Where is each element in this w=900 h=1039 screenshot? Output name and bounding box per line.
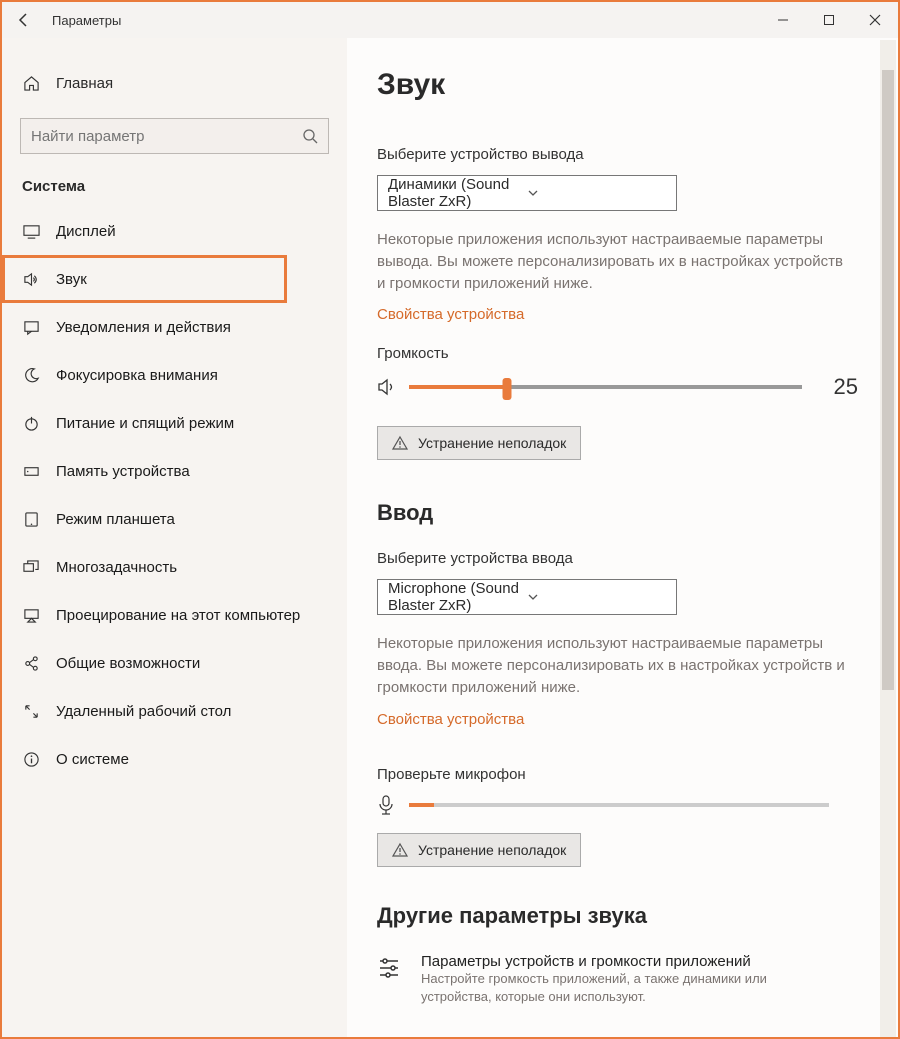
sidebar-item-label: Память устройства [56, 463, 190, 480]
page-title: Звук [377, 68, 858, 102]
input-heading: Ввод [377, 500, 858, 526]
titlebar: Параметры [2, 2, 898, 38]
moon-icon [22, 366, 40, 384]
mic-check-label: Проверьте микрофон [377, 766, 858, 783]
multitask-icon [22, 558, 40, 576]
remote-icon [22, 702, 40, 720]
arrow-left-icon [16, 12, 32, 28]
input-description: Некоторые приложения используют настраив… [377, 633, 847, 698]
sidebar-category: Система [2, 178, 347, 195]
sidebar-item-focus[interactable]: Фокусировка внимания [2, 351, 347, 399]
display-icon [22, 222, 40, 240]
back-button[interactable] [2, 2, 46, 38]
input-troubleshoot-button[interactable]: Устранение неполадок [377, 833, 581, 867]
volume-label: Громкость [377, 345, 858, 362]
sidebar-item-label: Уведомления и действия [56, 319, 231, 336]
share-icon [22, 654, 40, 672]
main-content: Звук Выберите устройство вывода Динамики… [347, 38, 898, 1037]
button-label: Устранение неполадок [418, 435, 566, 451]
button-label: Устранение неполадок [418, 842, 566, 858]
tablet-icon [22, 510, 40, 528]
power-icon [22, 414, 40, 432]
project-icon [22, 606, 40, 624]
sidebar: Главная Система Дисплей Звук Уведомления… [2, 38, 347, 1037]
home-icon [22, 74, 40, 92]
input-device-label: Выберите устройства ввода [377, 550, 858, 567]
mic-level-bar [409, 803, 829, 807]
input-device-dropdown[interactable]: Microphone (Sound Blaster ZxR) [377, 579, 677, 615]
sidebar-item-label: Многозадачность [56, 559, 177, 576]
maximize-icon [823, 14, 835, 26]
sidebar-item-label: Фокусировка внимания [56, 367, 218, 384]
sidebar-item-label: О системе [56, 751, 129, 768]
storage-icon [22, 462, 40, 480]
info-icon [22, 750, 40, 768]
close-button[interactable] [852, 2, 898, 38]
input-device-value: Microphone (Sound Blaster ZxR) [388, 580, 527, 614]
sidebar-item-label: Дисплей [56, 223, 116, 240]
maximize-button[interactable] [806, 2, 852, 38]
warning-icon [392, 435, 408, 451]
sidebar-item-label: Удаленный рабочий стол [56, 703, 231, 720]
sidebar-item-label: Звук [56, 271, 87, 288]
search-icon[interactable] [302, 128, 318, 144]
sidebar-item-multitask[interactable]: Многозадачность [2, 543, 347, 591]
output-troubleshoot-button[interactable]: Устранение неполадок [377, 426, 581, 460]
search-input[interactable] [31, 128, 302, 145]
sidebar-home-label: Главная [56, 75, 113, 92]
volume-value: 25 [826, 374, 858, 400]
mic-level-fill [409, 803, 434, 807]
sidebar-item-display[interactable]: Дисплей [2, 207, 347, 255]
slider-thumb[interactable] [503, 378, 512, 400]
minimize-button[interactable] [760, 2, 806, 38]
sidebar-item-about[interactable]: О системе [2, 735, 347, 783]
window-title: Параметры [52, 13, 760, 28]
chevron-down-icon [527, 591, 666, 603]
other-heading: Другие параметры звука [377, 903, 858, 929]
sidebar-item-tablet[interactable]: Режим планшета [2, 495, 347, 543]
sidebar-item-sound[interactable]: Звук [2, 255, 287, 303]
microphone-icon [377, 795, 399, 815]
output-device-value: Динамики (Sound Blaster ZxR) [388, 176, 527, 210]
sidebar-item-notifications[interactable]: Уведомления и действия [2, 303, 347, 351]
output-description: Некоторые приложения используют настраив… [377, 229, 847, 294]
sidebar-home[interactable]: Главная [2, 62, 347, 104]
sidebar-item-storage[interactable]: Память устройства [2, 447, 347, 495]
app-volume-settings-link[interactable]: Параметры устройств и громкости приложен… [377, 953, 858, 1006]
warning-icon [392, 842, 408, 858]
sliders-icon [377, 953, 405, 979]
sidebar-item-label: Общие возможности [56, 655, 200, 672]
output-device-properties-link[interactable]: Свойства устройства [377, 306, 524, 323]
sidebar-item-remote[interactable]: Удаленный рабочий стол [2, 687, 347, 735]
chat-icon [22, 318, 40, 336]
sidebar-item-label: Питание и спящий режим [56, 415, 234, 432]
search-box[interactable] [20, 118, 329, 154]
sidebar-item-label: Проецирование на этот компьютер [56, 607, 300, 624]
speaker-icon[interactable] [377, 377, 399, 397]
sidebar-item-power[interactable]: Питание и спящий режим [2, 399, 347, 447]
minimize-icon [777, 14, 789, 26]
sound-icon [22, 270, 40, 288]
sidebar-item-shared[interactable]: Общие возможности [2, 639, 347, 687]
sidebar-item-projecting[interactable]: Проецирование на этот компьютер [2, 591, 347, 639]
volume-slider[interactable] [409, 385, 802, 389]
output-device-dropdown[interactable]: Динамики (Sound Blaster ZxR) [377, 175, 677, 211]
chevron-down-icon [527, 187, 666, 199]
slider-fill [409, 385, 507, 389]
sidebar-item-label: Режим планшета [56, 511, 175, 528]
close-icon [869, 14, 881, 26]
other-item-desc: Настройте громкость приложений, а также … [421, 970, 811, 1006]
vertical-scrollbar[interactable] [880, 40, 896, 1037]
output-device-label: Выберите устройство вывода [377, 146, 858, 163]
scrollbar-thumb[interactable] [882, 70, 894, 690]
input-device-properties-link[interactable]: Свойства устройства [377, 711, 524, 728]
other-item-title: Параметры устройств и громкости приложен… [421, 953, 811, 970]
